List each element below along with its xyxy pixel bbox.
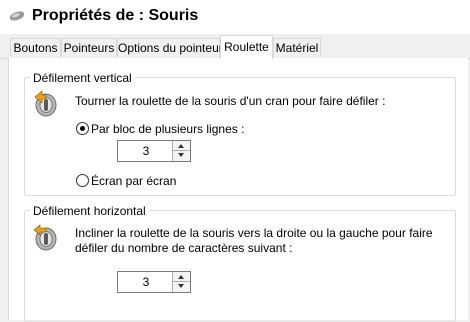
tab-materiel[interactable]: Matériel [273,38,321,57]
characters-spinner-up-button[interactable] [173,272,190,282]
radio-one-screen-label[interactable]: Écran par écran [91,174,176,188]
horizontal-scroll-description-line1: Incliner la roulette de la souris vers l… [75,226,433,240]
radio-lines-per-notch[interactable] [76,122,89,135]
vertical-scroll-description: Tourner la roulette de la souris d'un cr… [75,94,386,108]
scroll-wheel-horizontal-icon [33,224,57,251]
lines-spinner-buttons [172,141,190,161]
horizontal-scroll-group-label: Défilement horizontal [30,204,149,218]
characters-spinner-value[interactable]: 3 [118,272,174,292]
characters-spinner-buttons [172,272,190,292]
tab-options-du-pointeur[interactable]: Options du pointeur [117,38,223,57]
lines-spinner-up-button[interactable] [173,141,190,151]
characters-spinner[interactable]: 3 [117,271,191,293]
chevron-up-icon [178,144,184,148]
window-title: Propriétés de : Souris [32,7,199,24]
tab-boutons[interactable]: Boutons [10,38,61,57]
lines-spinner[interactable]: 3 [117,140,191,162]
chevron-down-icon [178,284,184,288]
radio-one-screen[interactable] [76,174,89,187]
chevron-up-icon [178,275,184,279]
tab-panel-roulette: Défilement vertical Tourner la roulette … [8,58,468,322]
horizontal-scroll-description-line2: défiler du nombre de caractères suivant … [75,241,293,255]
scroll-wheel-vertical-icon [34,90,57,117]
lines-spinner-value[interactable]: 3 [118,141,174,161]
tab-roulette[interactable]: Roulette [220,35,273,59]
characters-spinner-down-button[interactable] [173,282,190,292]
radio-lines-per-notch-label[interactable]: Par bloc de plusieurs lignes : [91,122,244,136]
chevron-down-icon [178,153,184,157]
tab-pointeurs[interactable]: Pointeurs [61,38,117,57]
vertical-scroll-group-label: Défilement vertical [30,71,135,85]
title-bar: Propriétés de : Souris [0,0,470,34]
lines-spinner-down-button[interactable] [173,151,190,161]
mouse-icon [9,11,25,21]
